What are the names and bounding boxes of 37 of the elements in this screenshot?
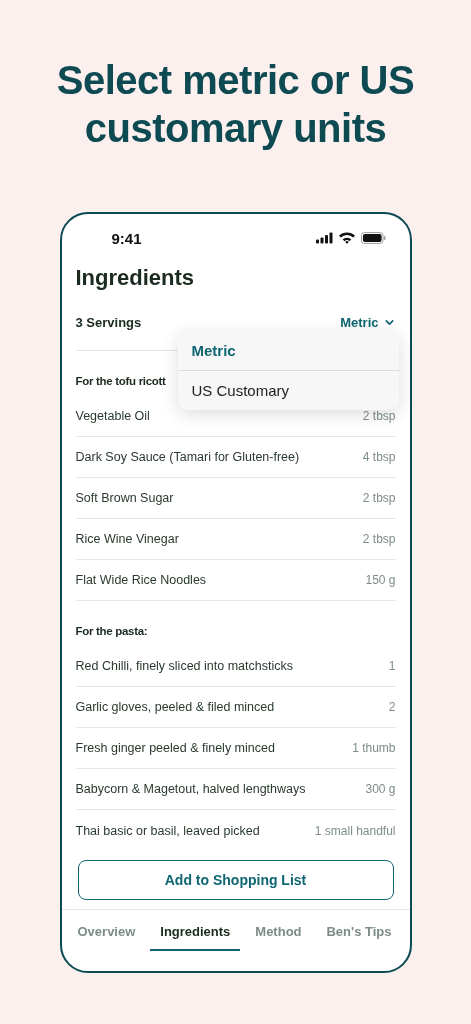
ingredient-amount: 2 (388, 700, 396, 714)
headline: Select metric or US customary units (55, 57, 416, 152)
ingredient-name: Rice Wine Vinegar (75, 532, 179, 546)
ingredient-name: Soft Brown Sugar (75, 491, 174, 505)
ingredient-name: Babycorn & Magetout, halved lengthways (75, 782, 306, 796)
menu-item[interactable]: US Customary (177, 370, 399, 410)
section-heading: For the pasta: (75, 624, 148, 639)
status-time: 9:41 (111, 229, 142, 247)
servings-label: 3 Servings (75, 314, 142, 330)
tab[interactable]: Ingredients (150, 910, 241, 951)
ingredient-amount: 300 g (365, 782, 396, 796)
ingredient-name: Dark Soy Sauce (Tamari for Gluten-free) (75, 450, 300, 464)
ingredient-name: Garlic gloves, peeled & filed minced (75, 700, 275, 714)
ingredient-amount: 2 tbsp (362, 532, 396, 546)
tab[interactable]: Method (245, 910, 312, 951)
ingredient-amount: 2 tbsp (362, 491, 396, 505)
ingredient-amount: 150 g (365, 573, 396, 587)
ingredient-name: Flat Wide Rice Noodles (75, 573, 207, 587)
ingredient-amount: 1 small handful (314, 823, 396, 838)
tab[interactable]: Overview (67, 910, 146, 951)
ingredient-name: Vegetable Oil (75, 409, 150, 423)
ingredient-amount: 2 tbsp (362, 409, 396, 423)
menu-item[interactable]: Metric (177, 331, 399, 370)
screen-title: Ingredients (75, 264, 196, 292)
ingredient-name: Red Chilli, finely sliced into matchsticks (75, 659, 293, 673)
ingredient-amount: 1 (388, 659, 396, 673)
signal-icon (315, 232, 333, 244)
battery-icon (360, 232, 386, 244)
ingredient-amount: 4 tbsp (362, 450, 396, 464)
ingredient-name: Thai basic or basil, leaved picked (75, 823, 260, 838)
tab[interactable]: Ben's Tips (316, 910, 402, 951)
section-heading: For the tofu ricott (75, 374, 166, 389)
ingredient-amount: 1 thumb (352, 741, 396, 755)
add-to-list-button[interactable]: Add to Shopping List (77, 860, 394, 900)
ingredient-name: Fresh ginger peeled & finely minced (75, 741, 275, 755)
wifi-icon (338, 232, 355, 244)
unit-dropdown[interactable]: Metric (340, 314, 396, 330)
